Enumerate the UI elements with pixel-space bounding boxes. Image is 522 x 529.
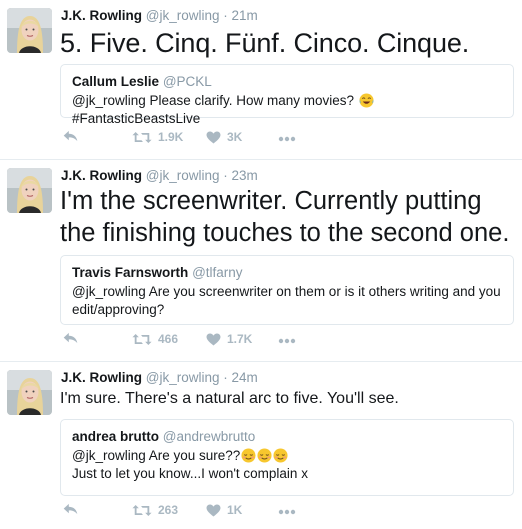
quoted-author-handle: @PCKL bbox=[162, 74, 212, 89]
retweet-icon bbox=[132, 333, 152, 346]
like-icon bbox=[206, 504, 221, 517]
quoted-tweet[interactable]: andrea brutto @andrewbrutto @jk_rowling … bbox=[60, 419, 514, 496]
reply-icon bbox=[62, 130, 79, 142]
author-name[interactable]: J.K. Rowling bbox=[61, 168, 142, 183]
reply-icon bbox=[62, 503, 79, 515]
more-icon bbox=[278, 136, 296, 142]
relieved-emoji bbox=[257, 448, 272, 463]
retweet-button[interactable]: 466 bbox=[132, 332, 178, 346]
quoted-author-handle: @andrewbrutto bbox=[162, 429, 256, 444]
more-icon bbox=[278, 338, 296, 344]
more-button[interactable] bbox=[278, 503, 296, 515]
reply-button[interactable] bbox=[62, 503, 79, 515]
tweet[interactable]: J.K. Rowling @jk_rowling · 23m I'm the s… bbox=[0, 160, 522, 362]
retweet-button[interactable]: 263 bbox=[132, 503, 178, 517]
laughing-tears-emoji bbox=[359, 93, 374, 108]
relieved-emoji bbox=[241, 448, 256, 463]
tweet[interactable]: J.K. Rowling @jk_rowling · 24m I'm sure.… bbox=[0, 362, 522, 529]
more-icon bbox=[278, 509, 296, 515]
tweet-header: J.K. Rowling @jk_rowling · 24m bbox=[61, 370, 258, 385]
reply-button[interactable] bbox=[62, 332, 79, 344]
avatar[interactable] bbox=[7, 8, 52, 53]
avatar[interactable] bbox=[7, 168, 52, 213]
quoted-text: @jk_rowling Are you sure?? bbox=[72, 447, 502, 465]
author-handle[interactable]: @jk_rowling bbox=[146, 8, 220, 23]
tweet-text: 5. Five. Cinq. Fünf. Cinco. Cinque. bbox=[60, 28, 470, 58]
like-button[interactable]: 1.7K bbox=[206, 332, 252, 346]
relieved-emoji bbox=[273, 448, 288, 463]
like-count: 1K bbox=[227, 503, 243, 517]
timestamp[interactable]: 24m bbox=[232, 370, 258, 385]
avatar[interactable] bbox=[7, 370, 52, 415]
quoted-text: @jk_rowling Are you screenwriter on them… bbox=[72, 284, 501, 317]
quoted-text-line: Just to let you know...I won't complain … bbox=[72, 466, 308, 481]
author-handle[interactable]: @jk_rowling bbox=[146, 370, 220, 385]
reply-icon bbox=[62, 332, 79, 344]
retweet-count: 466 bbox=[158, 332, 179, 346]
quoted-author-handle: @tlfarny bbox=[192, 265, 243, 280]
more-button[interactable] bbox=[278, 130, 296, 142]
hashtag[interactable]: #FantasticBeastsLive bbox=[72, 111, 200, 126]
tweet-text: I'm the screenwriter. Currently putting … bbox=[60, 187, 510, 247]
retweet-icon bbox=[132, 131, 152, 144]
quoted-text: @jk_rowling Please clarify. How many mov… bbox=[72, 92, 502, 128]
quoted-text-line: @jk_rowling Please clarify. How many mov… bbox=[72, 93, 355, 108]
quoted-text-line: @jk_rowling Are you sure?? bbox=[72, 448, 241, 463]
retweet-count: 1.9K bbox=[158, 130, 184, 144]
like-button[interactable]: 1K bbox=[206, 503, 242, 517]
author-handle[interactable]: @jk_rowling bbox=[146, 168, 220, 183]
timestamp[interactable]: 21m bbox=[232, 8, 258, 23]
like-count: 3K bbox=[227, 130, 243, 144]
author-name[interactable]: J.K. Rowling bbox=[61, 8, 142, 23]
retweet-icon bbox=[132, 504, 152, 517]
like-button[interactable]: 3K bbox=[206, 130, 242, 144]
quoted-author-name: andrea brutto bbox=[72, 429, 160, 444]
tweet-header: J.K. Rowling @jk_rowling · 21m bbox=[61, 8, 258, 23]
quoted-tweet[interactable]: Callum Leslie @PCKL @jk_rowling Please c… bbox=[60, 64, 514, 126]
like-icon bbox=[206, 131, 221, 144]
separator: · bbox=[223, 370, 228, 385]
reply-button[interactable] bbox=[62, 130, 79, 142]
like-count: 1.7K bbox=[227, 332, 253, 346]
retweet-count: 263 bbox=[158, 503, 179, 517]
separator: · bbox=[223, 8, 228, 23]
quoted-author-name: Callum Leslie bbox=[72, 74, 160, 89]
separator: · bbox=[223, 168, 228, 183]
more-button[interactable] bbox=[278, 332, 296, 344]
author-name[interactable]: J.K. Rowling bbox=[61, 370, 142, 385]
timestamp[interactable]: 23m bbox=[232, 168, 258, 183]
quoted-tweet[interactable]: Travis Farnsworth @tlfarny @jk_rowling A… bbox=[60, 255, 514, 325]
tweet-header: J.K. Rowling @jk_rowling · 23m bbox=[61, 168, 258, 183]
retweet-button[interactable]: 1.9K bbox=[132, 130, 183, 144]
tweet-text: I'm sure. There's a natural arc to five.… bbox=[60, 390, 399, 407]
like-icon bbox=[206, 333, 221, 346]
tweet[interactable]: J.K. Rowling @jk_rowling · 21m 5. Five. … bbox=[0, 0, 522, 160]
quoted-author-name: Travis Farnsworth bbox=[72, 265, 189, 280]
